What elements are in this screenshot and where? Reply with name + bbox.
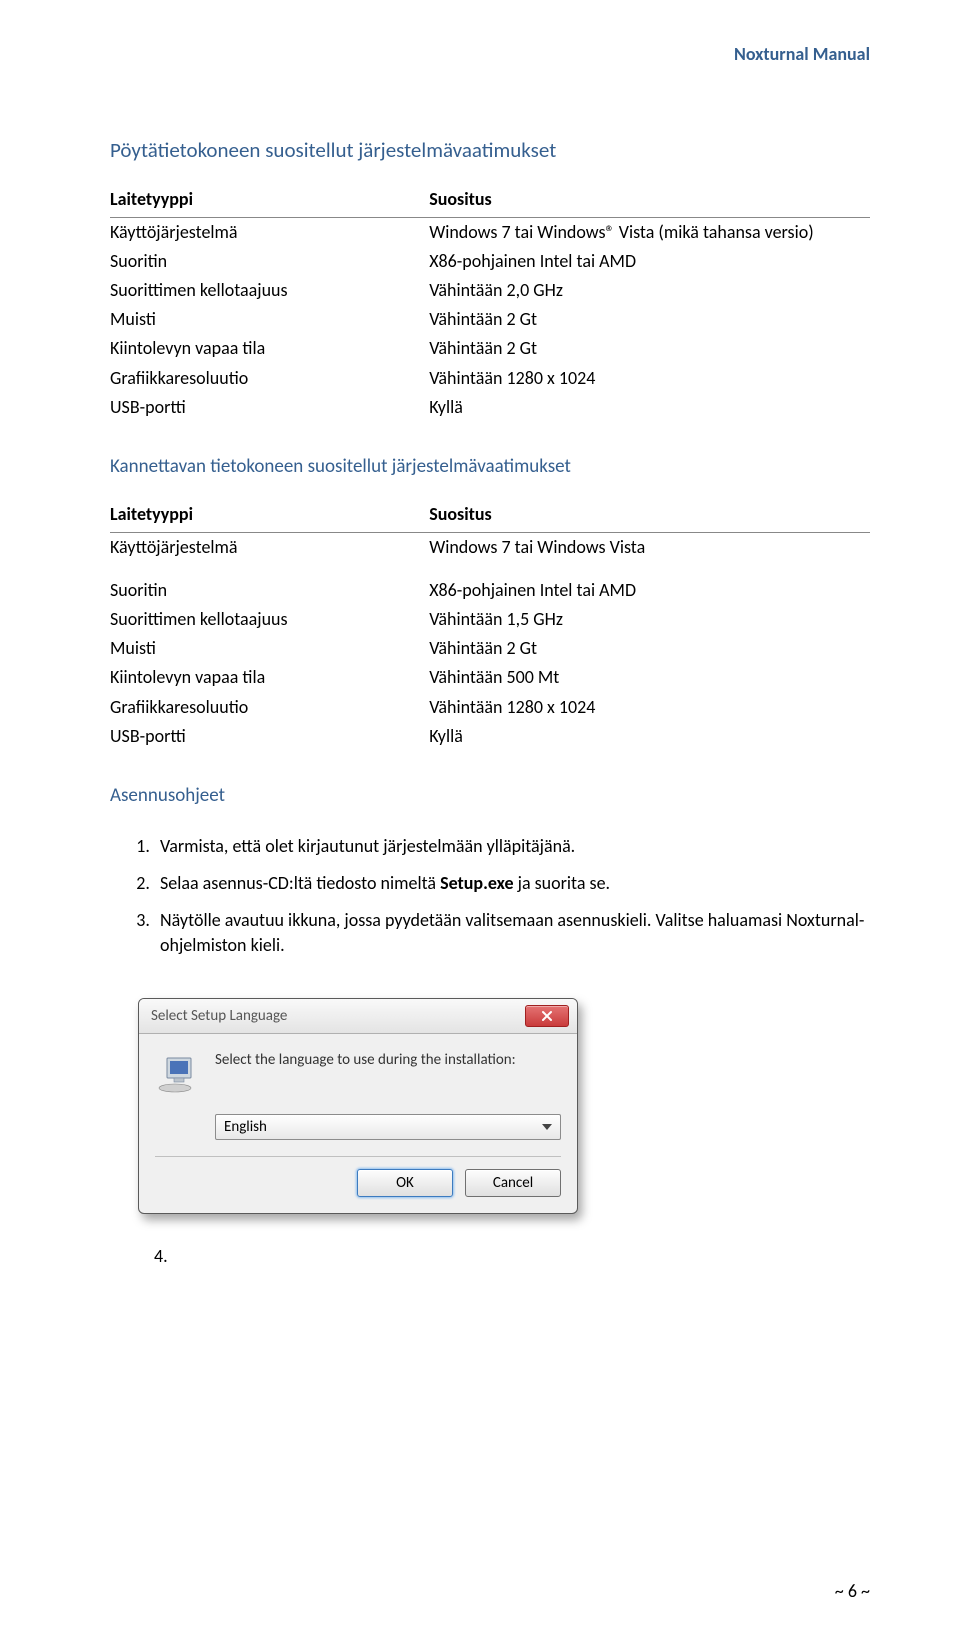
- spec-value: Windows 7 tai Windows® Vista (mikä tahan…: [429, 217, 870, 247]
- table-row: SuoritinX86-pohjainen Intel tai AMD: [110, 247, 870, 276]
- table-row: Suorittimen kellotaajuusVähintään 2,0 GH…: [110, 276, 870, 305]
- dialog-text: Select the language to use during the in…: [215, 1050, 561, 1094]
- chevron-down-icon: [542, 1124, 552, 1130]
- spec-value: Vähintään 2 Gt: [429, 334, 870, 363]
- dropdown-selected: English: [224, 1117, 267, 1138]
- table-row: Suorittimen kellotaajuusVähintään 1,5 GH…: [110, 605, 870, 634]
- spec-label: Käyttöjärjestelmä: [110, 532, 429, 562]
- spec-value: Kyllä: [429, 393, 870, 422]
- spec-value: Vähintään 1280 x 1024: [429, 364, 870, 393]
- installer-icon: [155, 1050, 203, 1094]
- spec-label: Suoritin: [110, 562, 429, 605]
- close-button[interactable]: [525, 1005, 569, 1027]
- spec-label: Suoritin: [110, 247, 429, 276]
- col-header-rec: Suositus: [429, 498, 870, 532]
- table-row: USB-porttiKyllä: [110, 722, 870, 751]
- heading-install: Asennusohjeet: [110, 783, 870, 810]
- spec-label: Suorittimen kellotaajuus: [110, 605, 429, 634]
- table-row: MuistiVähintään 2 Gt: [110, 634, 870, 663]
- table-laptop-specs: Laitetyyppi Suositus KäyttöjärjestelmäWi…: [110, 498, 870, 751]
- dialog-select-language: Select Setup Language Select the: [138, 998, 578, 1214]
- spec-label: Suorittimen kellotaajuus: [110, 276, 429, 305]
- table-row: GrafiikkaresoluutioVähintään 1280 x 1024: [110, 364, 870, 393]
- spec-value: X86-pohjainen Intel tai AMD: [429, 247, 870, 276]
- spec-label: Grafiikkaresoluutio: [110, 364, 429, 393]
- heading-desktop-reqs: Pöytätietokoneen suositellut järjestelmä…: [110, 136, 870, 165]
- spec-label: USB-portti: [110, 393, 429, 422]
- cancel-button[interactable]: Cancel: [465, 1169, 561, 1197]
- spec-value: Vähintään 500 Mt: [429, 663, 870, 692]
- spec-value: X86-pohjainen Intel tai AMD: [429, 562, 870, 605]
- page-number: ~ 6 ~: [835, 1579, 870, 1604]
- list-item: Selaa asennus-CD:ltä tiedosto nimeltä Se…: [154, 865, 870, 902]
- spec-label: Kiintolevyn vapaa tila: [110, 334, 429, 363]
- col-header-rec: Suositus: [429, 183, 870, 217]
- list-item: Varmista, että olet kirjautunut järjeste…: [154, 828, 870, 865]
- table-row: SuoritinX86-pohjainen Intel tai AMD: [110, 562, 870, 605]
- spec-value: Vähintään 2 Gt: [429, 305, 870, 334]
- table-desktop-specs: Laitetyyppi Suositus KäyttöjärjestelmäWi…: [110, 183, 870, 422]
- table-row: GrafiikkaresoluutioVähintään 1280 x 1024: [110, 693, 870, 722]
- close-icon: [541, 1010, 553, 1022]
- spec-value: Vähintään 1,5 GHz: [429, 605, 870, 634]
- list-item: Näytölle avautuu ikkuna, jossa pyydetään…: [154, 902, 870, 964]
- table-row: Kiintolevyn vapaa tilaVähintään 2 Gt: [110, 334, 870, 363]
- dialog-title: Select Setup Language: [151, 1006, 287, 1027]
- spec-value: Kyllä: [429, 722, 870, 751]
- list-item-four: 4.: [154, 1244, 870, 1269]
- col-header-type: Laitetyyppi: [110, 183, 429, 217]
- spec-label: Muisti: [110, 305, 429, 334]
- spec-value: Vähintään 1280 x 1024: [429, 693, 870, 722]
- spec-label: Grafiikkaresoluutio: [110, 693, 429, 722]
- heading-laptop-reqs: Kannettavan tietokoneen suositellut järj…: [110, 454, 870, 481]
- table-row: KäyttöjärjestelmäWindows 7 tai Windows V…: [110, 532, 870, 562]
- spec-label: Käyttöjärjestelmä: [110, 217, 429, 247]
- col-header-type: Laitetyyppi: [110, 498, 429, 532]
- spec-value: Vähintään 2 Gt: [429, 634, 870, 663]
- spec-value: Windows 7 tai Windows Vista: [429, 532, 870, 562]
- header-manual-title: Noxturnal Manual: [734, 42, 870, 67]
- spec-value: Vähintään 2,0 GHz: [429, 276, 870, 305]
- spec-label: Muisti: [110, 634, 429, 663]
- table-row: MuistiVähintään 2 Gt: [110, 305, 870, 334]
- table-row: KäyttöjärjestelmäWindows 7 tai Windows® …: [110, 217, 870, 247]
- table-row: USB-porttiKyllä: [110, 393, 870, 422]
- table-row: Kiintolevyn vapaa tilaVähintään 500 Mt: [110, 663, 870, 692]
- language-dropdown[interactable]: English: [215, 1114, 561, 1140]
- spec-label: Kiintolevyn vapaa tila: [110, 663, 429, 692]
- spec-label: USB-portti: [110, 722, 429, 751]
- install-steps: Varmista, että olet kirjautunut järjeste…: [110, 828, 870, 965]
- ok-button[interactable]: OK: [357, 1169, 453, 1197]
